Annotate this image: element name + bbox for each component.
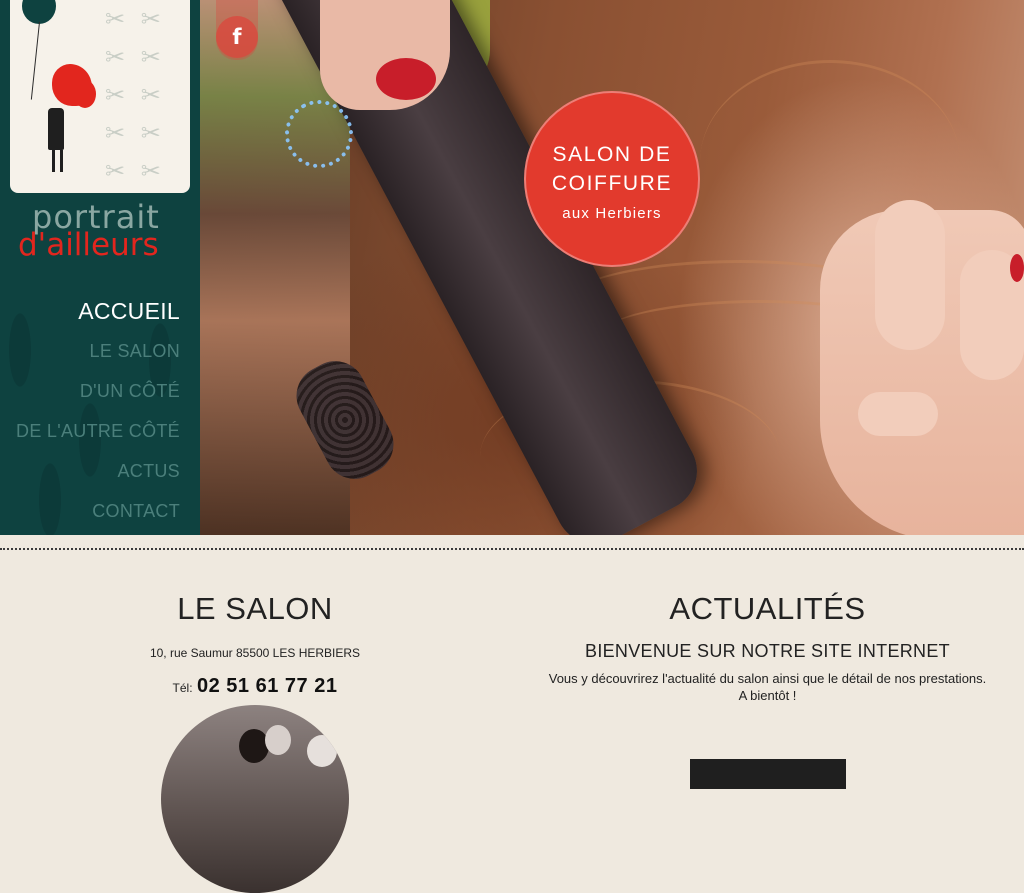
finger: [858, 392, 938, 436]
salon-section: LE SALON 10, rue Saumur 85500 LES HERBIE…: [105, 580, 405, 893]
nav-item-de-l-autre-cote[interactable]: DE L'AUTRE CÔTÉ: [0, 416, 180, 456]
news-text-line: A bientôt !: [738, 688, 797, 703]
team-member: [239, 729, 269, 763]
nav-item-contact[interactable]: CONTACT: [0, 496, 180, 535]
badge-line-3: aux Herbiers: [562, 205, 662, 222]
news-heading: ACTUALITÉS: [669, 591, 866, 626]
girl-hair: [74, 80, 96, 108]
finger: [875, 200, 945, 350]
girl-leg: [52, 150, 55, 172]
girl-leg: [60, 150, 63, 172]
news-subtitle: BIENVENUE SUR NOTRE SITE INTERNET: [585, 641, 950, 661]
badge-line-2: COIFFURE: [551, 172, 673, 195]
salon-badge: SALON DE COIFFURE aux Herbiers: [524, 91, 700, 267]
balloon-string: [30, 21, 40, 100]
logo-text-ailleurs[interactable]: d'ailleurs: [18, 228, 188, 262]
news-section: ACTUALITÉS BIENVENUE SUR NOTRE SITE INTE…: [520, 580, 1015, 789]
nav-item-d-un-cote[interactable]: D'UN CÔTÉ: [0, 376, 180, 416]
facebook-button[interactable]: f: [216, 16, 258, 58]
sidebar: ✂ ✂ ✂ ✂ ✂ ✂ ✂ ✂ ✂ ✂ portrait d'ailleurs ACCU…: [0, 0, 200, 535]
team-member: [265, 725, 291, 755]
balloon-icon: [22, 0, 56, 24]
salon-address: 10, rue Saumur 85500 LES HERBIERS: [149, 646, 361, 660]
salon-team-photo: [161, 705, 349, 893]
painted-nail: [1010, 254, 1024, 282]
news-read-more-button[interactable]: [690, 759, 846, 789]
girl-body: [48, 108, 64, 150]
nav-item-accueil[interactable]: ACCUEIL: [0, 296, 180, 336]
salon-heading: LE SALON: [177, 591, 333, 626]
team-member: [307, 735, 337, 767]
nav-item-le-salon[interactable]: LE SALON: [0, 336, 180, 376]
main-nav: ACCUEIL LE SALON D'UN CÔTÉ DE L'AUTRE CÔ…: [0, 296, 180, 535]
salon-phone-line: Tél: 02 51 61 77 21: [105, 673, 405, 699]
facebook-icon: f: [232, 25, 242, 49]
painted-nail: [376, 58, 436, 100]
dotted-divider: [0, 548, 1024, 550]
news-text: Vous y découvrirez l'actualité du salon …: [520, 670, 1015, 704]
scissors-pattern-icon: ✂ ✂ ✂ ✂ ✂ ✂ ✂ ✂ ✂ ✂: [105, 5, 165, 185]
nav-item-actus[interactable]: ACTUS: [0, 456, 180, 496]
news-text-line: Vous y découvrirez l'actualité du salon …: [548, 671, 987, 686]
logo-illustration[interactable]: ✂ ✂ ✂ ✂ ✂ ✂ ✂ ✂ ✂ ✂: [10, 0, 190, 193]
phone-label: Tél:: [172, 681, 193, 695]
badge-line-1: SALON DE: [552, 143, 672, 166]
phone-number-link[interactable]: 02 51 61 77 21: [197, 675, 337, 697]
